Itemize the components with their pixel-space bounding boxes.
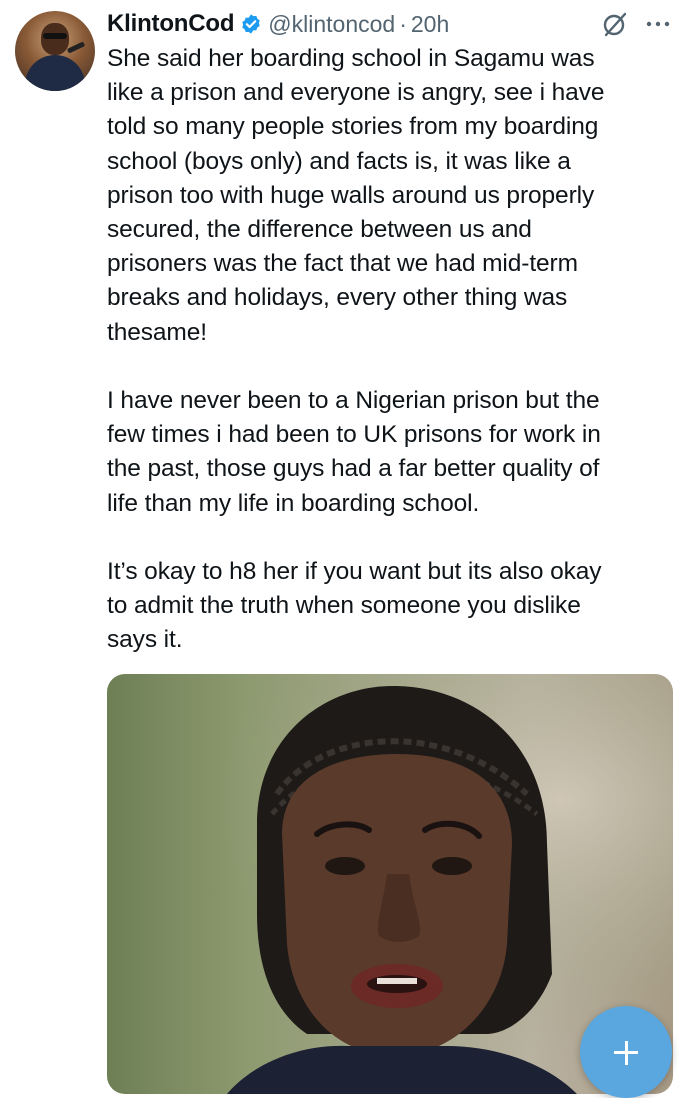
author-name[interactable]: KlintonCod	[107, 10, 234, 38]
tweet-text: She said her boarding school in Sagamu w…	[107, 45, 605, 654]
more-options-icon[interactable]	[645, 20, 671, 28]
tweet-header: KlintonCod @klintoncod · 20h	[107, 6, 449, 42]
author-avatar[interactable]	[15, 11, 95, 91]
verified-badge-icon	[242, 14, 261, 34]
grok-icon[interactable]	[601, 10, 629, 38]
compose-button[interactable]	[580, 1006, 672, 1098]
tweet-timestamp[interactable]: 20h	[411, 11, 449, 38]
separator-dot: ·	[399, 10, 407, 37]
author-handle[interactable]: @klintoncod	[268, 11, 395, 38]
